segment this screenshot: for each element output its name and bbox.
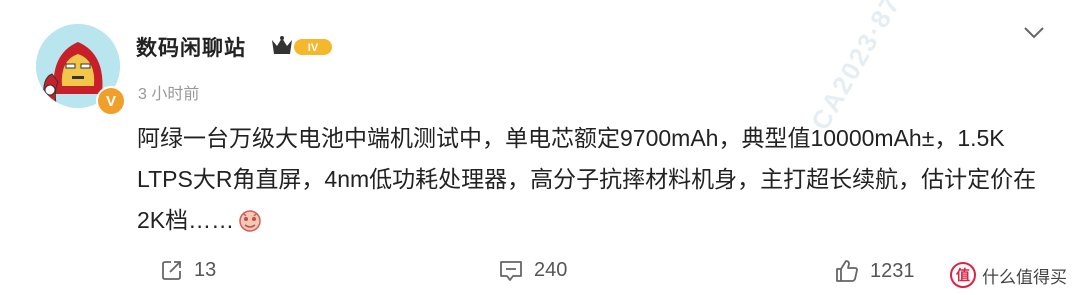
site-logo-icon: 值 — [950, 262, 976, 288]
post-text: 阿绿一台万级大电池中端机测试中，单电芯额定9700mAh，典型值10000mAh… — [137, 118, 1047, 241]
level-badge[interactable]: IV — [270, 34, 334, 63]
comment-count: 240 — [534, 258, 568, 281]
comment-button[interactable]: 240 — [498, 258, 567, 282]
like-button[interactable]: 1231 — [834, 258, 915, 284]
emoji-icon — [239, 210, 261, 232]
watermark: CA2023·870N — [805, 0, 926, 136]
repost-count: 13 — [194, 258, 217, 281]
site-name: 什么值得买 — [982, 267, 1067, 287]
more-options-button[interactable] — [1023, 26, 1045, 45]
level-text: IV — [308, 42, 319, 54]
like-count: 1231 — [870, 259, 915, 282]
thumbs-up-icon — [836, 260, 858, 282]
verified-badge: V — [96, 86, 126, 116]
chevron-down-icon — [1024, 27, 1044, 39]
post-body: 阿绿一台万级大电池中端机测试中，单电芯额定9700mAh，典型值10000mAh… — [137, 125, 1037, 233]
repost-button[interactable]: 13 — [160, 258, 216, 282]
post-time: 3 小时前 — [138, 86, 200, 103]
comment-icon — [500, 261, 522, 281]
crown-level-icon: IV — [272, 36, 332, 55]
repost-icon — [162, 261, 181, 280]
username[interactable]: 数码闲聊站 — [136, 32, 246, 62]
site-watermark: 值 什么值得买 — [950, 262, 1067, 288]
